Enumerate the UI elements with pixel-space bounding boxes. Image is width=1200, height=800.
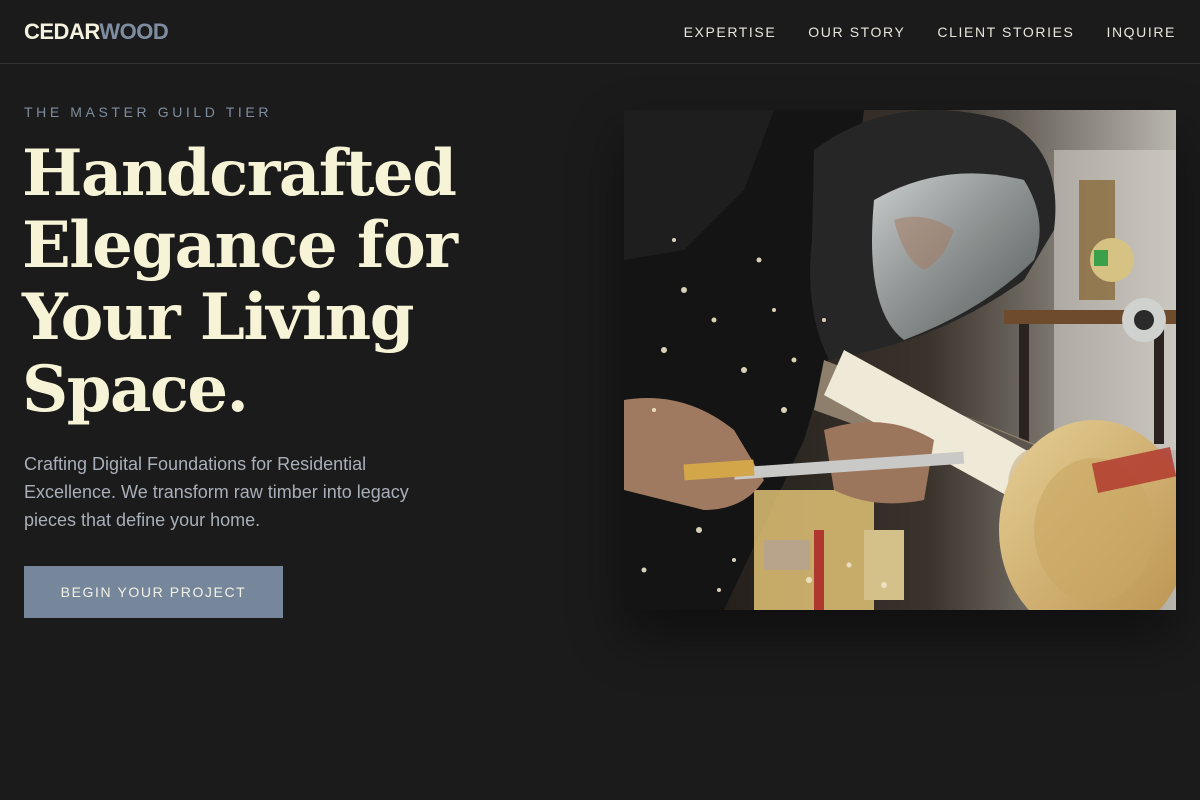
brand-logo-part2: WOOD bbox=[99, 19, 169, 44]
top-navigation-bar: CEDARWOOD EXPERTISE OUR STORY CLIENT STO… bbox=[0, 0, 1200, 64]
hero-headline-line: Handcrafted bbox=[22, 136, 457, 211]
nav-link-expertise[interactable]: EXPERTISE bbox=[684, 22, 777, 42]
main-nav: EXPERTISE OUR STORY CLIENT STORIES INQUI… bbox=[684, 22, 1176, 42]
hero-woodturner-photo bbox=[624, 110, 1176, 610]
nav-link-our-story[interactable]: OUR STORY bbox=[808, 22, 905, 42]
hero-headline-line: Elegance for bbox=[22, 208, 458, 283]
nav-link-inquire[interactable]: INQUIRE bbox=[1106, 22, 1176, 42]
hero-headline: Handcrafted Elegance for Your Living Spa… bbox=[22, 138, 542, 426]
woodturner-illustration bbox=[624, 110, 1176, 610]
nav-link-client-stories[interactable]: CLIENT STORIES bbox=[937, 22, 1074, 42]
hero-headline-line: Space. bbox=[22, 352, 249, 427]
brand-logo-part1: CEDAR bbox=[24, 19, 100, 44]
brand-logo[interactable]: CEDARWOOD bbox=[24, 19, 169, 45]
begin-project-button[interactable]: BEGIN YOUR PROJECT bbox=[24, 566, 283, 618]
hero-headline-line: Your Living bbox=[22, 280, 414, 355]
hero-eyebrow: THE MASTER GUILD TIER bbox=[24, 104, 273, 120]
hero-description: Crafting Digital Foundations for Residen… bbox=[24, 454, 409, 530]
